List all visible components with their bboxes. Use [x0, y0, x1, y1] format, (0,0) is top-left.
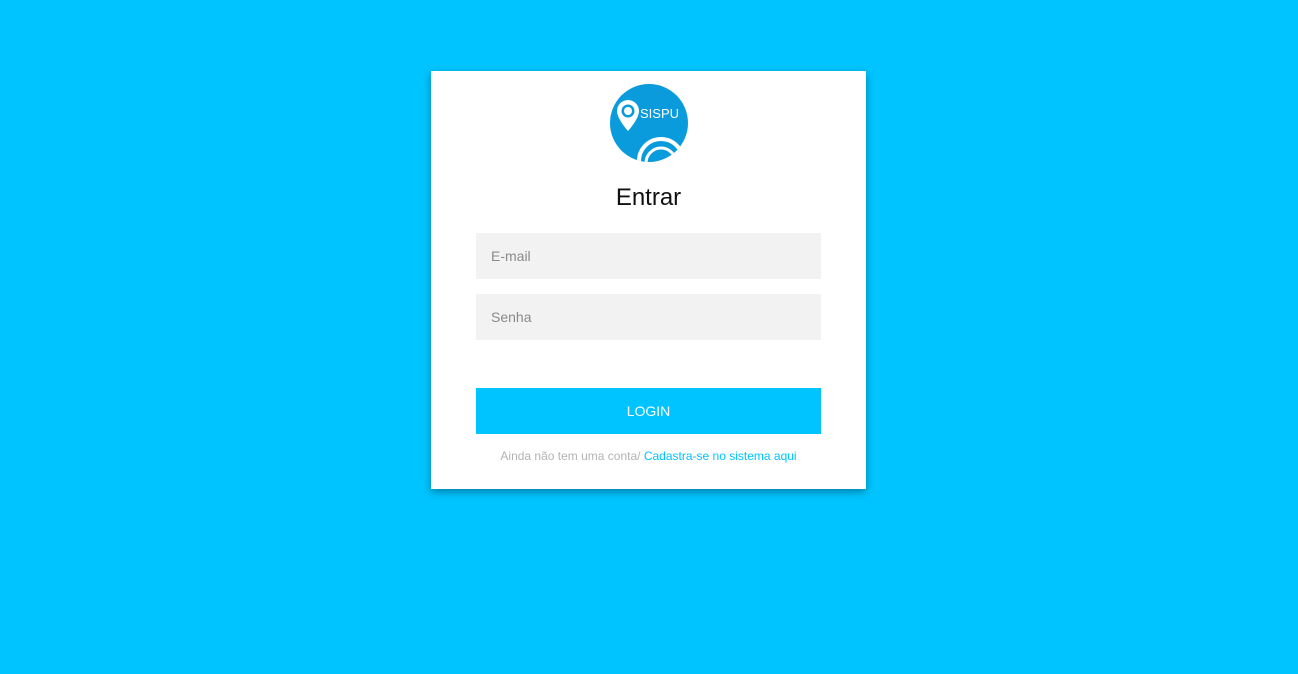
logo-text: SISPU: [640, 106, 679, 121]
page-title: Entrar: [615, 184, 682, 211]
login-card: SISPU Entrar LOGIN Ainda não tem uma con…: [431, 71, 866, 489]
email-field[interactable]: [476, 233, 821, 279]
password-field[interactable]: [476, 294, 821, 340]
signup-prompt: Ainda não tem uma conta/: [500, 449, 641, 463]
signup-link[interactable]: Cadastra-se no sistema aqui: [644, 449, 797, 463]
login-button[interactable]: LOGIN: [476, 388, 821, 434]
sispu-logo: SISPU: [610, 84, 688, 162]
signup-row: Ainda não tem uma conta/ Cadastra-se no …: [431, 449, 866, 463]
